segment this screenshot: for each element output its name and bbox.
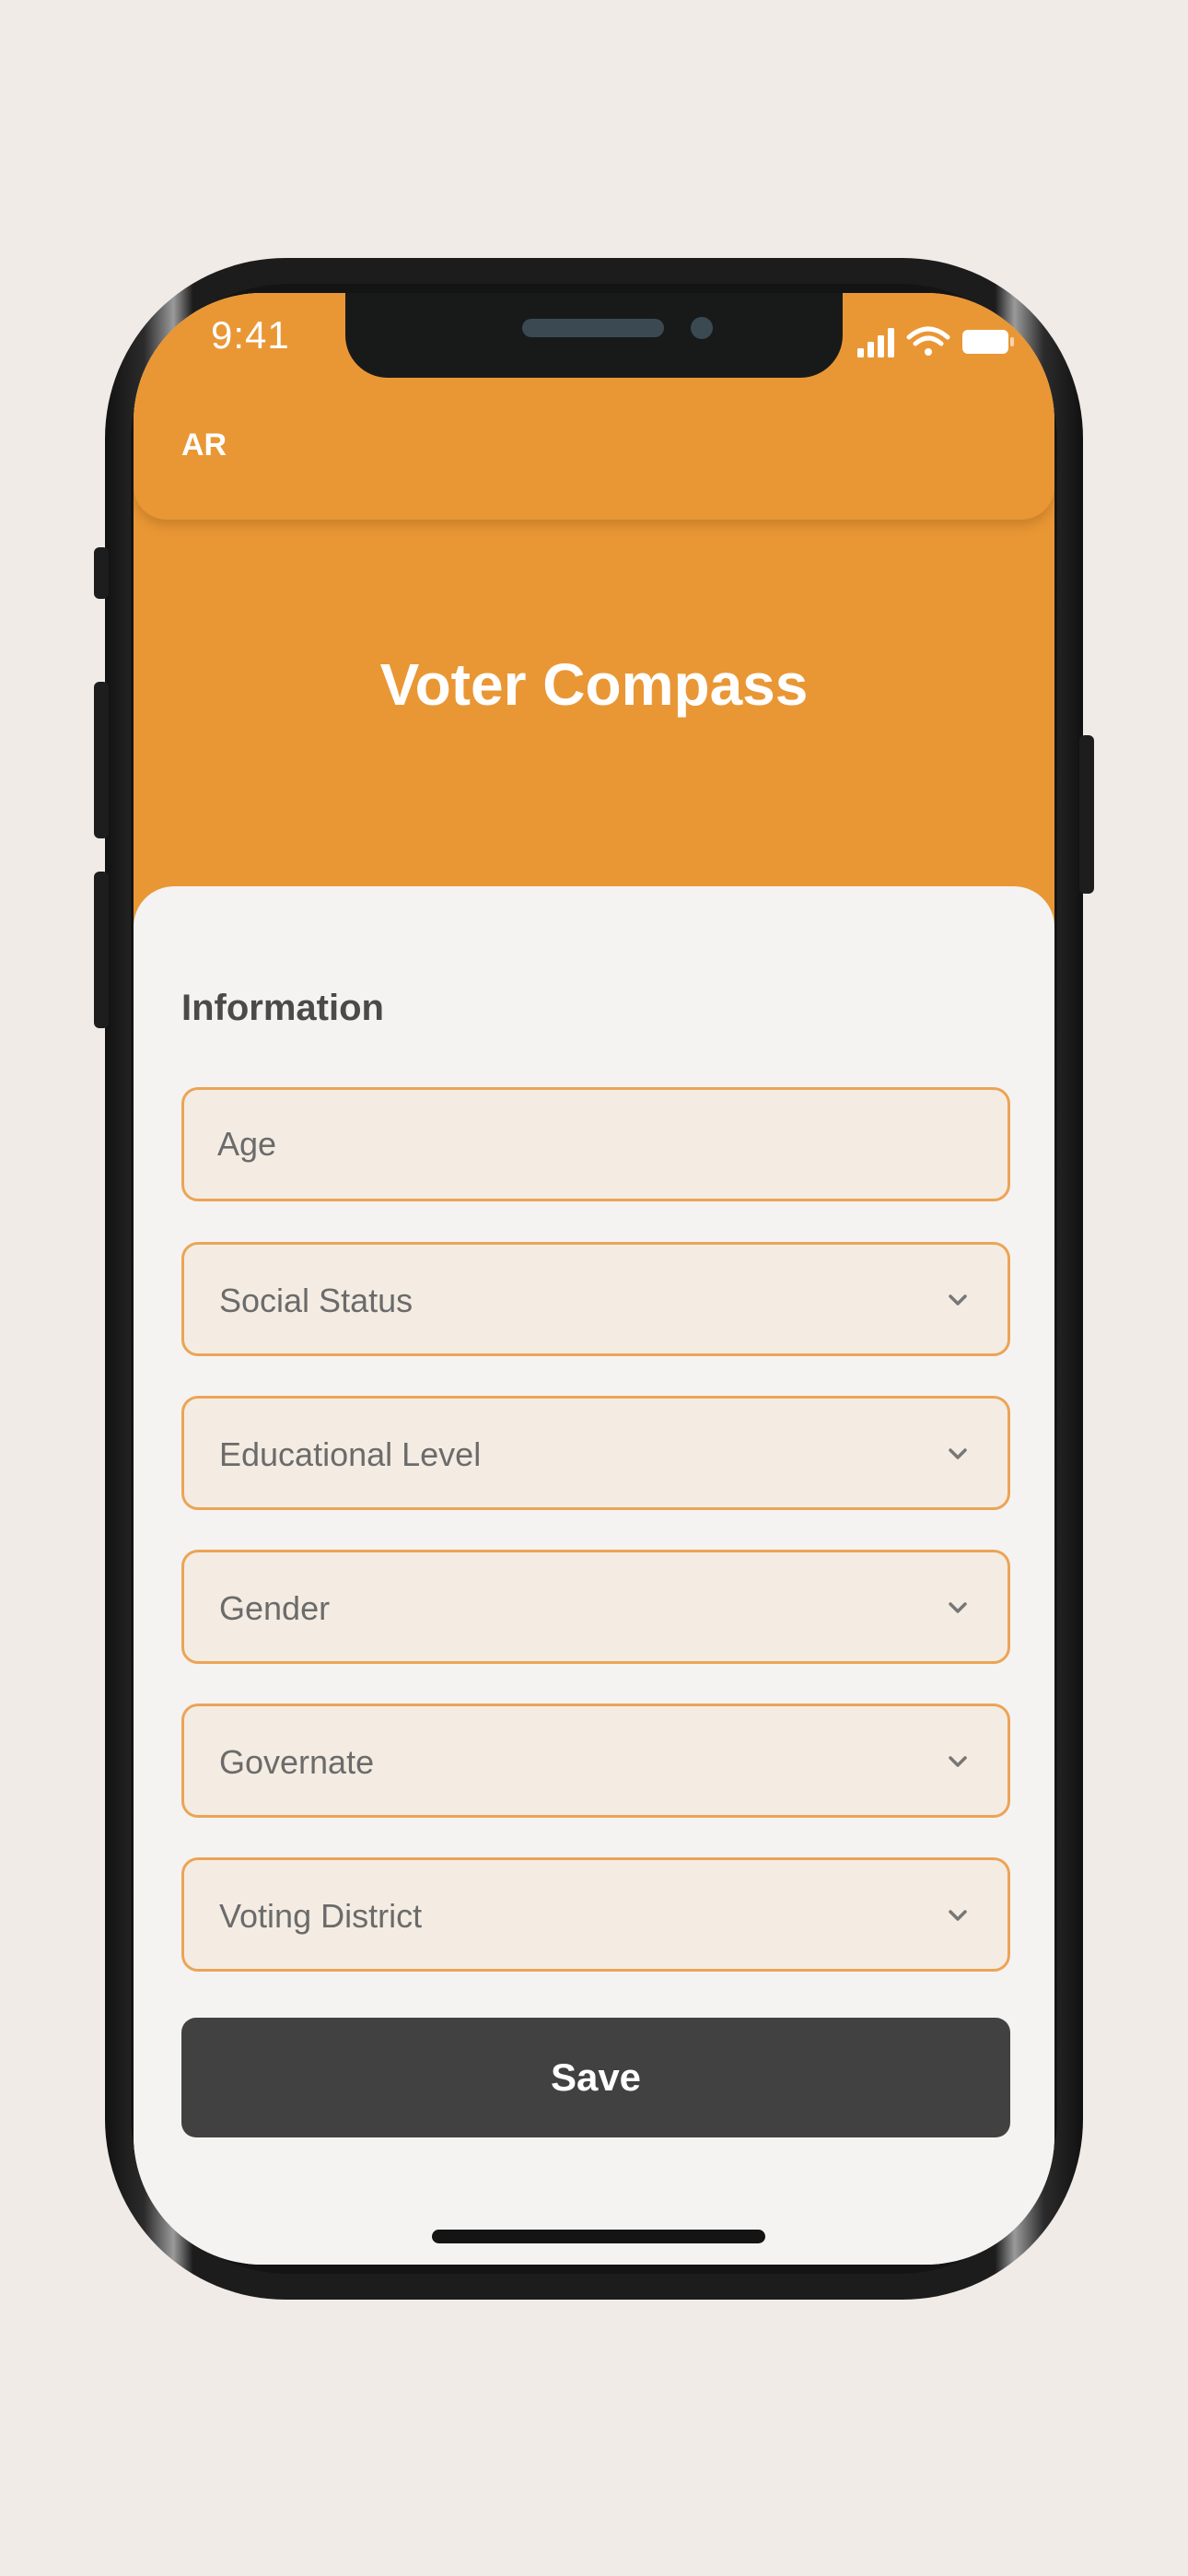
- chevron-down-icon: [949, 1910, 967, 1921]
- speaker-grille: [522, 319, 664, 337]
- social-status-dropdown[interactable]: Social Status: [181, 1242, 1010, 1356]
- educational-level-label: Educational Level: [219, 1435, 482, 1473]
- front-camera: [691, 317, 713, 339]
- status-icons: [857, 326, 1014, 357]
- information-form: Information Social Status Educational Le…: [134, 886, 1054, 2265]
- battery-icon: [962, 330, 1014, 354]
- app-title: Voter Compass: [379, 651, 809, 718]
- chevron-down-icon: [949, 1756, 967, 1767]
- volume-up-button: [94, 682, 109, 838]
- wifi-icon: [906, 326, 950, 356]
- volume-down-button: [94, 872, 109, 1028]
- home-indicator[interactable]: [432, 2230, 765, 2243]
- age-input[interactable]: [217, 1090, 973, 1199]
- section-title: Information: [181, 988, 384, 1028]
- chevron-down-icon: [949, 1294, 967, 1306]
- voting-district-dropdown[interactable]: Voting District: [181, 1857, 1010, 1972]
- governate-dropdown[interactable]: Governate: [181, 1704, 1010, 1818]
- status-time: 9:41: [211, 313, 290, 357]
- governate-label: Governate: [219, 1743, 375, 1781]
- notch: [345, 293, 843, 378]
- age-field[interactable]: [181, 1087, 1010, 1201]
- voting-district-label: Voting District: [219, 1897, 423, 1935]
- social-status-label: Social Status: [219, 1282, 413, 1319]
- chevron-down-icon: [949, 1602, 967, 1613]
- save-button[interactable]: Save: [181, 2018, 1010, 2137]
- gender-dropdown[interactable]: Gender: [181, 1550, 1010, 1664]
- app-bar: 9:41 AR: [134, 293, 1054, 520]
- silent-switch: [94, 547, 109, 599]
- status-icons-svg: [857, 326, 1014, 357]
- power-button: [1079, 735, 1094, 894]
- cellular-signal-icon: [857, 328, 894, 357]
- gender-label: Gender: [219, 1589, 331, 1627]
- phone-screen: 9:41 AR Voter Compass Information Age So…: [134, 293, 1054, 2265]
- educational-level-dropdown[interactable]: Educational Level: [181, 1396, 1010, 1510]
- chevron-down-icon: [949, 1448, 967, 1459]
- language-toggle-button[interactable]: AR: [181, 427, 227, 463]
